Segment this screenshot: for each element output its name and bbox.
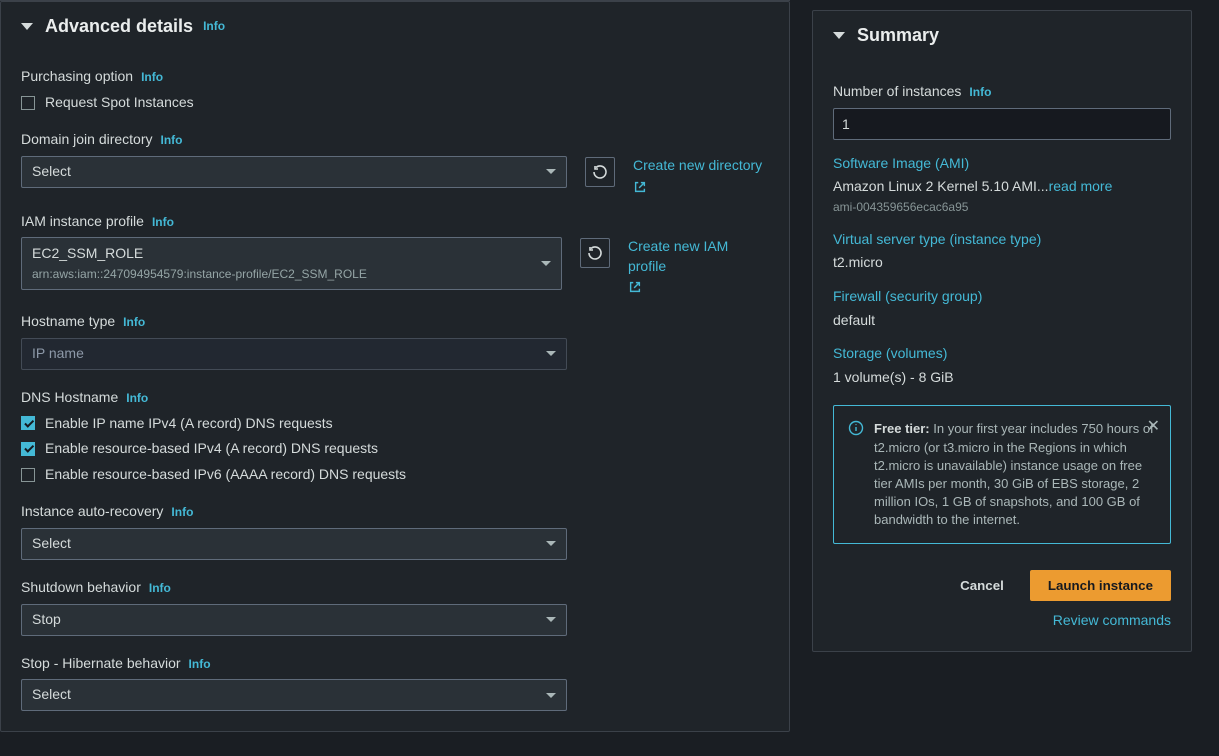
advanced-details-title: Advanced details (45, 14, 193, 39)
caret-down-icon (833, 32, 845, 39)
external-link-icon (628, 280, 642, 294)
num-instances-input[interactable] (833, 108, 1171, 140)
advanced-info-link[interactable]: Info (203, 18, 225, 35)
review-commands-link[interactable]: Review commands (833, 611, 1171, 631)
shutdown-label: Shutdown behavior (21, 578, 141, 598)
chevron-down-icon (541, 261, 551, 266)
info-icon (848, 420, 864, 436)
iam-profile-arn: arn:aws:iam::247094954579:instance-profi… (32, 266, 367, 283)
domain-join-value: Select (32, 162, 71, 182)
domain-join-label: Domain join directory (21, 130, 153, 150)
hostname-type-value: IP name (32, 344, 84, 364)
storage-value: 1 volume(s) - 8 GiB (833, 368, 1171, 388)
instance-type-link[interactable]: Virtual server type (instance type) (833, 230, 1171, 250)
ami-text: Amazon Linux 2 Kernel 5.10 AMI... (833, 178, 1049, 194)
free-tier-body: In your first year includes 750 hours of… (874, 421, 1154, 527)
create-iam-profile-link[interactable]: Create new IAM profile (628, 237, 769, 294)
hibernate-label: Stop - Hibernate behavior (21, 654, 181, 674)
num-instances-label: Number of instances (833, 82, 961, 102)
chevron-down-icon (546, 617, 556, 622)
shutdown-value: Stop (32, 610, 61, 630)
chevron-down-icon (546, 693, 556, 698)
ami-id: ami-004359656ecac6a95 (833, 199, 1171, 216)
summary-header[interactable]: Summary (813, 11, 1191, 60)
summary-panel: Summary Number of instances Info Softwar… (812, 10, 1192, 652)
external-link-icon (633, 180, 647, 194)
hostname-type-select[interactable]: IP name (21, 338, 567, 370)
refresh-icon (587, 245, 603, 261)
hibernate-value: Select (32, 685, 71, 705)
advanced-details-header[interactable]: Advanced details Info (1, 2, 789, 51)
domain-join-refresh-button[interactable] (585, 157, 615, 187)
summary-title: Summary (857, 23, 939, 48)
auto-recovery-value: Select (32, 534, 71, 554)
chevron-down-icon (546, 541, 556, 546)
ami-read-more-link[interactable]: read more (1049, 178, 1113, 194)
domain-join-info-link[interactable]: Info (161, 132, 183, 149)
iam-profile-info-link[interactable]: Info (152, 214, 174, 231)
advanced-details-panel: Advanced details Info Purchasing option … (0, 1, 790, 732)
auto-recovery-label: Instance auto-recovery (21, 502, 163, 522)
spot-checkbox[interactable] (21, 96, 35, 110)
storage-link[interactable]: Storage (volumes) (833, 344, 1171, 364)
auto-recovery-info-link[interactable]: Info (171, 504, 193, 521)
cancel-button[interactable]: Cancel (946, 570, 1018, 601)
launch-instance-button[interactable]: Launch instance (1030, 570, 1171, 601)
dns-rb-ipv4-label: Enable resource-based IPv4 (A record) DN… (45, 439, 378, 459)
chevron-down-icon (546, 351, 556, 356)
refresh-icon (592, 164, 608, 180)
create-directory-link[interactable]: Create new directory (633, 156, 762, 194)
caret-down-icon (21, 23, 33, 30)
dns-rb-ipv6-label: Enable resource-based IPv6 (AAAA record)… (45, 465, 406, 485)
iam-profile-refresh-button[interactable] (580, 238, 610, 268)
shutdown-select[interactable]: Stop (21, 604, 567, 636)
domain-join-select[interactable]: Select (21, 156, 567, 188)
chevron-down-icon (546, 169, 556, 174)
close-icon[interactable]: ✕ (1147, 416, 1160, 438)
iam-profile-label: IAM instance profile (21, 212, 144, 232)
dns-ipv4-label: Enable IP name IPv4 (A record) DNS reque… (45, 414, 333, 434)
free-tier-prefix: Free tier: (874, 421, 930, 436)
dns-rb-ipv4-checkbox[interactable] (21, 442, 35, 456)
dns-ipv4-checkbox[interactable] (21, 416, 35, 430)
ami-link[interactable]: Software Image (AMI) (833, 154, 1171, 174)
hibernate-select[interactable]: Select (21, 679, 567, 711)
dns-hostname-label: DNS Hostname (21, 388, 118, 408)
firewall-link[interactable]: Firewall (security group) (833, 287, 1171, 307)
hibernate-info-link[interactable]: Info (189, 656, 211, 673)
spot-label: Request Spot Instances (45, 93, 194, 113)
dns-hostname-info-link[interactable]: Info (126, 390, 148, 407)
hostname-type-label: Hostname type (21, 312, 115, 332)
dns-rb-ipv6-checkbox[interactable] (21, 468, 35, 482)
firewall-value: default (833, 311, 1171, 331)
purchasing-info-link[interactable]: Info (141, 69, 163, 86)
free-tier-alert: Free tier: In your first year includes 7… (833, 405, 1171, 544)
iam-profile-value: EC2_SSM_ROLE (32, 244, 367, 264)
iam-profile-select[interactable]: EC2_SSM_ROLE arn:aws:iam::247094954579:i… (21, 237, 562, 289)
num-instances-info-link[interactable]: Info (969, 84, 991, 101)
auto-recovery-select[interactable]: Select (21, 528, 567, 560)
hostname-type-info-link[interactable]: Info (123, 314, 145, 331)
shutdown-info-link[interactable]: Info (149, 580, 171, 597)
instance-type-value: t2.micro (833, 253, 1171, 273)
purchasing-label: Purchasing option (21, 67, 133, 87)
